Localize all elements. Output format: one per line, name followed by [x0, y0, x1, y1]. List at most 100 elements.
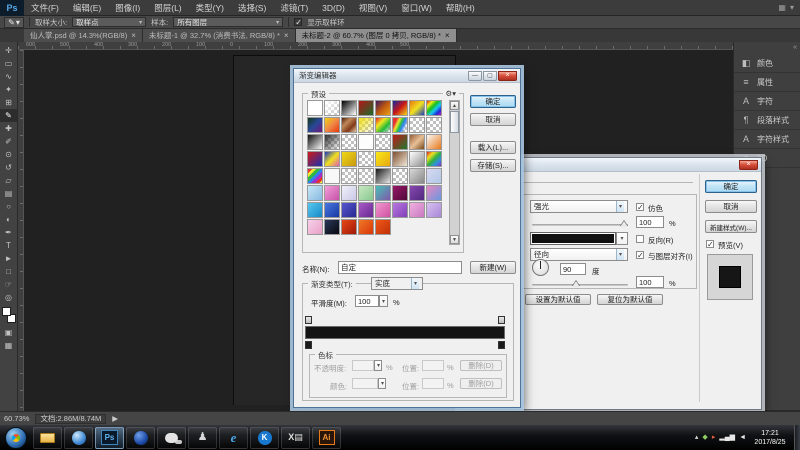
gradient-preset-22[interactable]: [409, 134, 425, 150]
gradient-preset-43[interactable]: [358, 185, 374, 201]
stop-color-swatch[interactable]: [352, 378, 378, 389]
volume-icon[interactable]: ◄: [739, 434, 746, 442]
gradient-preset-5[interactable]: [392, 100, 408, 116]
gradient-preset-15[interactable]: [426, 117, 442, 133]
lasso-tool[interactable]: ∿: [0, 70, 17, 83]
gradient-preset-0[interactable]: [307, 100, 323, 116]
scale-input[interactable]: 100: [636, 276, 664, 288]
gradient-preset-35[interactable]: [358, 168, 374, 184]
align-checkbox[interactable]: ✓: [636, 251, 644, 259]
reset-default-button[interactable]: 复位为默认值: [597, 294, 663, 305]
eyedropper-tool-preset[interactable]: ✎ ▾: [4, 17, 24, 28]
gradient-preset-12[interactable]: [375, 117, 391, 133]
save-button[interactable]: 存储(S)...: [470, 159, 516, 172]
gradient-preset-45[interactable]: [392, 185, 408, 201]
tray-red-flag-icon[interactable]: ▸: [712, 434, 716, 442]
gradient-preset-4[interactable]: [375, 100, 391, 116]
style-dropdown[interactable]: 径向 ▾: [530, 248, 628, 261]
wechat[interactable]: [157, 427, 186, 449]
gradient-preset-52[interactable]: [375, 202, 391, 218]
show-ring-checkbox[interactable]: ✓: [294, 18, 302, 26]
gradient-preset-17[interactable]: [324, 134, 340, 150]
gradient-tool[interactable]: ▤: [0, 187, 17, 200]
gradient-preset-31[interactable]: [426, 151, 442, 167]
screen-mode-icon[interactable]: ▦: [0, 339, 17, 352]
gradient-preset-36[interactable]: [375, 168, 391, 184]
reverse-checkbox[interactable]: [636, 235, 644, 243]
gradient-preset-34[interactable]: [341, 168, 357, 184]
new-style-button[interactable]: 新建样式(W)...: [705, 220, 757, 233]
panel-properties[interactable]: ≡属性: [734, 73, 800, 92]
gradient-preset-1[interactable]: [324, 100, 340, 116]
color-stop-start[interactable]: [305, 341, 312, 349]
healing-brush-tool[interactable]: ✚: [0, 122, 17, 135]
crop-tool[interactable]: ⊞: [0, 96, 17, 109]
panel-color[interactable]: ◧颜色: [734, 54, 800, 73]
gradient-preset-39[interactable]: [426, 168, 442, 184]
scrollbar[interactable]: ▲ ▼: [449, 100, 460, 245]
gradient-preset-7[interactable]: [426, 100, 442, 116]
gradient-preset-46[interactable]: [409, 185, 425, 201]
gradient-preset-28[interactable]: [375, 151, 391, 167]
gradient-swatch[interactable]: [530, 232, 616, 245]
new-button[interactable]: 新建(W): [470, 261, 516, 274]
gradient-swatch-caret[interactable]: ▾: [616, 232, 628, 245]
eraser-tool[interactable]: ▱: [0, 174, 17, 187]
ok-button[interactable]: 确定: [705, 180, 757, 193]
blend-mode-dropdown[interactable]: 强光 ▾: [530, 200, 628, 213]
gradient-preset-55[interactable]: [426, 202, 442, 218]
gradient-preset-51[interactable]: [358, 202, 374, 218]
gradient-preset-33[interactable]: [324, 168, 340, 184]
menu-item-7[interactable]: 3D(D): [315, 0, 352, 16]
opacity-input[interactable]: 100: [636, 216, 664, 228]
document-tab-0[interactable]: 仙人掌.psd @ 14.3%(RGB/8)×: [24, 29, 143, 42]
delete-stop-button[interactable]: 删除(D): [460, 360, 502, 371]
gradient-preset-6[interactable]: [409, 100, 425, 116]
menu-item-8[interactable]: 视图(V): [352, 0, 394, 16]
gradient-preset-2[interactable]: [341, 100, 357, 116]
gradient-preset-60[interactable]: [375, 219, 391, 235]
gradient-preset-59[interactable]: [358, 219, 374, 235]
gradient-preset-40[interactable]: [307, 185, 323, 201]
marquee-tool[interactable]: ▭: [0, 57, 17, 70]
angle-input[interactable]: 90: [560, 263, 586, 275]
k-circle-app[interactable]: K: [250, 427, 279, 449]
dock-collapse-icon[interactable]: «: [793, 44, 797, 51]
gradient-preset-21[interactable]: [392, 134, 408, 150]
name-input[interactable]: 自定: [338, 261, 462, 274]
menu-item-2[interactable]: 图像(I): [108, 0, 147, 16]
pen-tool[interactable]: ✒: [0, 226, 17, 239]
gradient-preset-49[interactable]: [324, 202, 340, 218]
foreground-background-swatches[interactable]: [2, 307, 16, 323]
load-button[interactable]: 载入(L)...: [470, 141, 516, 154]
opacity-stop-end[interactable]: [498, 316, 505, 324]
gradient-preset-25[interactable]: [324, 151, 340, 167]
gradient-preset-9[interactable]: [324, 117, 340, 133]
blue-circle-app[interactable]: [126, 427, 155, 449]
gradient-preset-16[interactable]: [307, 134, 323, 150]
menu-item-10[interactable]: 帮助(H): [439, 0, 482, 16]
start-button[interactable]: [5, 427, 27, 449]
gradient-preset-44[interactable]: [375, 185, 391, 201]
menu-item-3[interactable]: 图层(L): [147, 0, 188, 16]
menu-item-6[interactable]: 滤镜(T): [273, 0, 315, 16]
gradient-preset-58[interactable]: [341, 219, 357, 235]
gradient-preset-57[interactable]: [324, 219, 340, 235]
panel-character-styles[interactable]: A字符样式: [734, 130, 800, 149]
zoom-tool[interactable]: ◎: [0, 291, 17, 304]
document-tab-1[interactable]: 未标题-1 @ 32.7% (消费书法, RGB/8) *×: [143, 29, 296, 42]
sample-dropdown[interactable]: 所有图层 ▾: [173, 17, 283, 27]
smoothness-input[interactable]: 100: [355, 295, 379, 307]
tab-close-icon[interactable]: ×: [131, 31, 136, 40]
blur-tool[interactable]: ○: [0, 200, 17, 213]
stop-opacity-input[interactable]: [352, 360, 374, 371]
explorer[interactable]: [33, 427, 62, 449]
opacity-slider[interactable]: [532, 224, 628, 226]
gradient-preset-20[interactable]: [375, 134, 391, 150]
person-app[interactable]: ♟: [188, 427, 217, 449]
gradient-preset-11[interactable]: [358, 117, 374, 133]
smoothness-caret[interactable]: ▾: [379, 295, 388, 307]
gradient-preset-23[interactable]: [426, 134, 442, 150]
close-icon[interactable]: ×: [498, 71, 517, 81]
tray-green-icon[interactable]: ◆: [702, 434, 707, 442]
